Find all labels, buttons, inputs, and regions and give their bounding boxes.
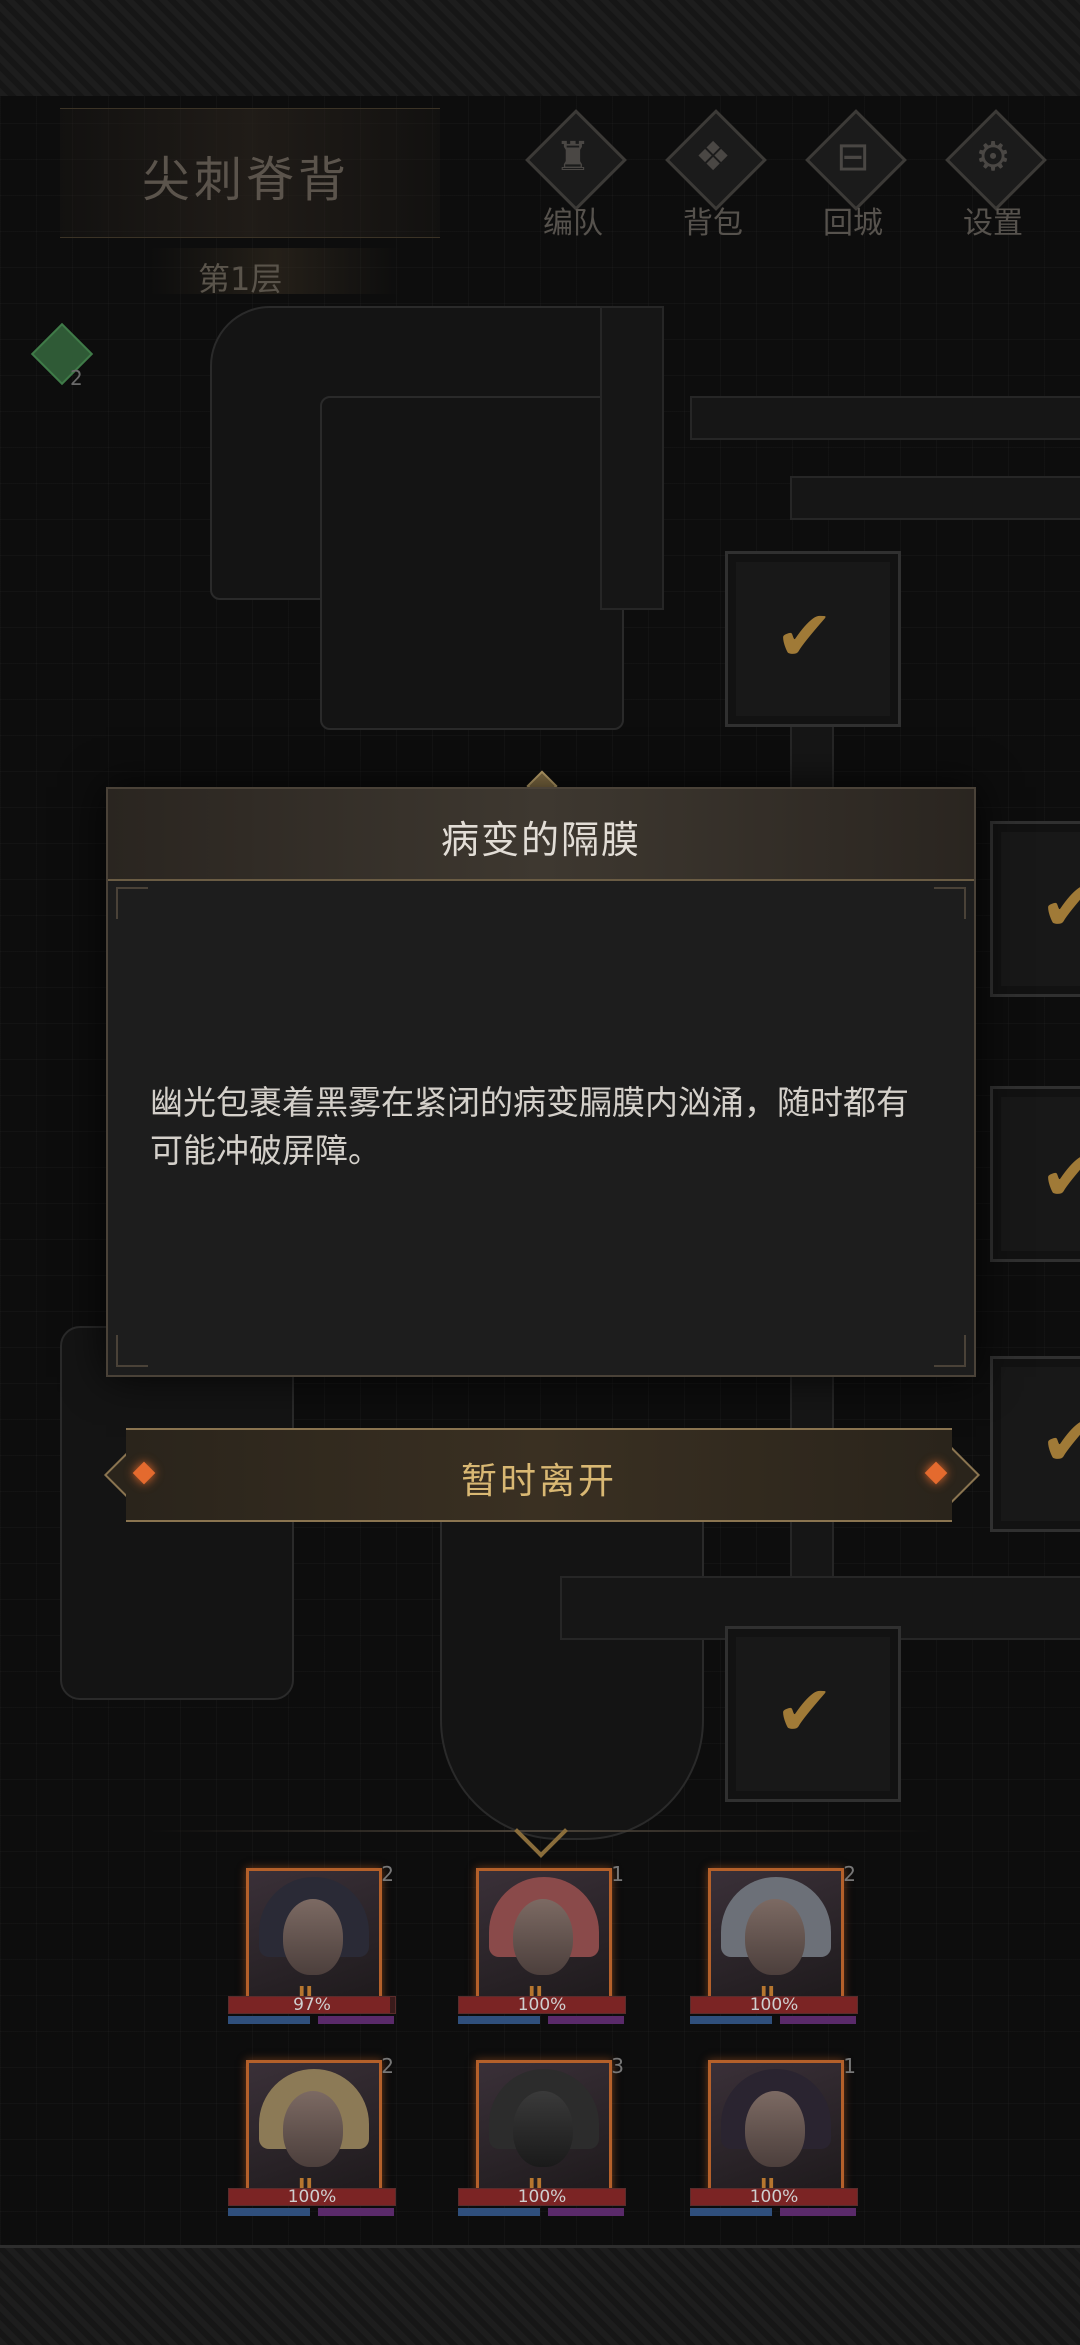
checkmark-icon: ✔ bbox=[1040, 1135, 1080, 1217]
bag-label: 背包 bbox=[683, 206, 743, 241]
hero-hp-bar: 97% bbox=[228, 1995, 396, 2015]
dialog-corner-ornament bbox=[116, 887, 148, 919]
hero-slot[interactable]: 2 II 100% bbox=[690, 1862, 860, 2028]
dialog-description: 幽光包裹着黑雾在紧闭的病变膈膜内汹涌，随时都有可能冲破屏障。 bbox=[150, 1083, 909, 1170]
formation-button[interactable]: ♜ 编队 bbox=[518, 109, 628, 241]
map-corridor bbox=[690, 396, 1080, 440]
event-dialog: 病变的隔膜 幽光包裹着黑雾在紧闭的病变膈膜内汹涌，随时都有可能冲破屏障。 bbox=[106, 787, 976, 1377]
hero-portrait bbox=[246, 1868, 382, 2004]
helmet-icon: ♜ bbox=[555, 134, 591, 180]
hero-hp-text: 100% bbox=[749, 1995, 799, 2015]
gear-icon: ⚙ bbox=[975, 134, 1011, 180]
dialog-corner-ornament bbox=[116, 1335, 148, 1367]
checkmark-icon: ✔ bbox=[1040, 1400, 1080, 1482]
hero-star-count: 2 bbox=[843, 1862, 856, 1886]
settings-label: 设置 bbox=[963, 206, 1023, 241]
hero-mp-bar bbox=[458, 2016, 624, 2024]
hero-hp-bar: 100% bbox=[228, 2187, 396, 2207]
hero-face bbox=[745, 2091, 805, 2167]
map-corridor bbox=[600, 306, 664, 610]
dialog-title: 病变的隔膜 bbox=[440, 818, 641, 862]
leave-button-label: 暂时离开 bbox=[460, 1461, 617, 1502]
return-town-label: 回城 bbox=[823, 206, 883, 241]
dialog-corner-ornament bbox=[934, 1335, 966, 1367]
bag-icon: ❖ bbox=[695, 134, 731, 180]
return-town-button[interactable]: ⊟ 回城 bbox=[798, 109, 908, 241]
checkmark-icon: ✔ bbox=[1040, 865, 1080, 947]
hero-portrait bbox=[476, 1868, 612, 2004]
hero-hp-text: 100% bbox=[749, 2187, 799, 2207]
hero-slot[interactable]: 1 II 100% bbox=[690, 2054, 860, 2220]
bag-button[interactable]: ❖ 背包 bbox=[658, 109, 768, 241]
hero-star-count: 2 bbox=[381, 1862, 394, 1886]
hero-portrait bbox=[476, 2060, 612, 2196]
hero-hp-text: 97% bbox=[293, 1995, 331, 2015]
hero-slot[interactable]: 1 II 100% bbox=[458, 1862, 628, 2028]
hero-slot[interactable]: 2 II 100% bbox=[228, 2054, 398, 2220]
hero-face bbox=[745, 1899, 805, 1975]
map-room bbox=[440, 1496, 704, 1840]
hero-star-count: 1 bbox=[611, 1862, 624, 1886]
hero-face bbox=[513, 2091, 573, 2167]
floor-label: 第1层 bbox=[198, 260, 283, 298]
hero-face bbox=[283, 1899, 343, 1975]
buff-count: 2 bbox=[70, 366, 83, 390]
hero-mp-bar bbox=[690, 2016, 856, 2024]
top-frame-bar bbox=[0, 0, 1080, 99]
hero-hp-bar: 100% bbox=[458, 2187, 626, 2207]
hero-mp-bar bbox=[458, 2208, 624, 2216]
hero-slot[interactable]: 3 II 100% bbox=[458, 2054, 628, 2220]
formation-label: 编队 bbox=[543, 206, 603, 241]
dialog-corner-ornament bbox=[934, 887, 966, 919]
hero-portrait bbox=[708, 2060, 844, 2196]
hero-hp-bar: 100% bbox=[690, 2187, 858, 2207]
map-room bbox=[320, 396, 624, 730]
hero-slot[interactable]: 2 II 97% bbox=[228, 1862, 398, 2028]
dialog-header: 病变的隔膜 bbox=[108, 789, 974, 881]
hero-star-count: 3 bbox=[611, 2054, 624, 2078]
settings-button[interactable]: ⚙ 设置 bbox=[938, 109, 1048, 241]
map-corridor bbox=[790, 476, 1080, 520]
leave-for-now-button[interactable]: 暂时离开 bbox=[126, 1428, 952, 1522]
hero-hp-text: 100% bbox=[517, 1995, 567, 2015]
bottom-frame-bar bbox=[0, 2245, 1080, 2345]
hero-portrait bbox=[708, 1868, 844, 2004]
hero-mp-bar bbox=[228, 2016, 394, 2024]
hero-mp-bar bbox=[228, 2208, 394, 2216]
hero-face bbox=[283, 2091, 343, 2167]
hero-hp-text: 100% bbox=[287, 2187, 337, 2207]
hero-portrait bbox=[246, 2060, 382, 2196]
checkmark-icon: ✔ bbox=[775, 595, 834, 677]
hero-hp-text: 100% bbox=[517, 2187, 567, 2207]
checkmark-icon: ✔ bbox=[775, 1670, 834, 1752]
hero-mp-bar bbox=[690, 2208, 856, 2216]
hero-star-count: 2 bbox=[381, 2054, 394, 2078]
hero-hp-bar: 100% bbox=[458, 1995, 626, 2015]
location-name: 尖刺脊背 bbox=[142, 152, 351, 208]
hero-hp-bar: 100% bbox=[690, 1995, 858, 2015]
gate-icon: ⊟ bbox=[836, 134, 870, 180]
hero-star-count: 1 bbox=[843, 2054, 856, 2078]
hero-face bbox=[513, 1899, 573, 1975]
